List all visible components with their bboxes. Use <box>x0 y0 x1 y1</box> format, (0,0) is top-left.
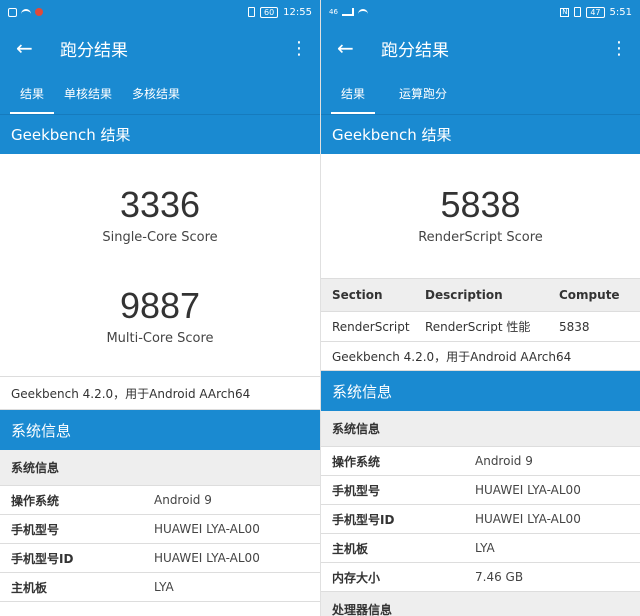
more-vert-icon[interactable]: ⋮ <box>288 38 308 59</box>
system-info-header: 系统信息 <box>321 371 640 411</box>
row-value: 7.46 GB <box>475 570 524 584</box>
single-core-score-box: 3336 Single-Core Score <box>0 154 320 245</box>
version-line: Geekbench 4.2.0，用于Android AArch64 <box>321 342 640 371</box>
tab-results[interactable]: 结果 <box>331 72 376 114</box>
cell-compute: 5838 <box>559 319 590 334</box>
status-bar: 60 12:55 <box>0 0 320 24</box>
page-title: 跑分结果 <box>381 40 449 61</box>
back-arrow-icon[interactable]: ← <box>16 36 46 60</box>
nfc-icon: N <box>560 7 570 17</box>
system-info-header: 系统信息 <box>0 410 320 450</box>
row-value: Android 9 <box>475 454 533 468</box>
row-key: 手机型号 <box>11 522 60 537</box>
tab-compute[interactable]: 运算跑分 <box>389 72 457 114</box>
list-item: 主机板 LYA <box>321 534 640 563</box>
system-info-subheader: 系统信息 <box>321 411 640 447</box>
tab-results[interactable]: 结果 <box>10 72 55 114</box>
single-core-score: 3336 <box>119 184 201 225</box>
tab-bar: 结果 运算跑分 <box>321 72 640 114</box>
table-header: Section Description Compute <box>321 278 640 312</box>
app-bar: ← 跑分结果 ⋮ <box>0 24 320 72</box>
row-key: 主机板 <box>11 580 48 595</box>
row-value: LYA <box>154 580 174 594</box>
left-screen: 60 12:55 ← 跑分结果 ⋮ 结果 单核结果 多核结果 Geekbench… <box>0 0 320 616</box>
row-key: 内存大小 <box>332 570 381 585</box>
table-row: RenderScript RenderScript 性能 5838 <box>321 312 640 342</box>
signal-type: 46 <box>329 8 338 16</box>
vibrate-icon <box>574 7 582 17</box>
row-key: 手机型号 <box>332 483 381 498</box>
sim-icon <box>8 7 17 17</box>
more-vert-icon[interactable]: ⋮ <box>608 38 628 59</box>
row-key: 手机型号ID <box>332 512 395 527</box>
screens-container: 60 12:55 ← 跑分结果 ⋮ 结果 单核结果 多核结果 Geekbench… <box>0 0 640 616</box>
col-section: Section <box>332 288 383 302</box>
notification-icon <box>35 8 43 16</box>
status-time: 5:51 <box>609 6 632 18</box>
section-header: Geekbench 结果 <box>321 114 640 154</box>
list-item: 手机型号ID HUAWEI LYA-AL00 <box>0 544 320 573</box>
multi-core-score-box: 9887 Multi-Core Score <box>0 245 320 376</box>
col-description: Description <box>425 288 503 302</box>
section-header: Geekbench 结果 <box>0 114 320 154</box>
row-key: 操作系统 <box>332 454 381 469</box>
battery-icon: 47 <box>586 6 605 18</box>
tab-multi-core[interactable]: 多核结果 <box>122 72 190 114</box>
col-compute: Compute <box>559 288 620 302</box>
row-key: 主机板 <box>332 541 369 556</box>
system-info-subheader: 系统信息 <box>0 450 320 486</box>
list-item: 手机型号 HUAWEI LYA-AL00 <box>0 515 320 544</box>
row-key: 手机型号ID <box>11 551 74 566</box>
row-value: LYA <box>475 541 495 555</box>
renderscript-label: RenderScript Score <box>418 230 543 245</box>
row-value: Android 9 <box>154 493 212 507</box>
multi-core-label: Multi-Core Score <box>106 331 214 346</box>
row-value: HUAWEI LYA-AL00 <box>475 512 581 526</box>
app-bar: ← 跑分结果 ⋮ <box>321 24 640 72</box>
single-core-label: Single-Core Score <box>102 230 218 245</box>
list-item: 操作系统 Android 9 <box>321 447 640 476</box>
version-line: Geekbench 4.2.0，用于Android AArch64 <box>0 376 320 410</box>
right-screen: 46 N 47 5:51 ← 跑分结果 ⋮ 结果 运算跑分 Geekbench … <box>320 0 640 616</box>
cell-description: RenderScript 性能 <box>425 320 531 334</box>
processor-info-subheader: 处理器信息 <box>321 592 640 616</box>
wifi-icon <box>357 8 368 16</box>
battery-icon: 60 <box>259 6 279 18</box>
tab-single-core[interactable]: 单核结果 <box>54 72 122 114</box>
row-value: HUAWEI LYA-AL00 <box>154 551 260 565</box>
renderscript-score-box: 5838 RenderScript Score <box>321 154 640 278</box>
list-item: 内存大小 7.46 GB <box>321 563 640 592</box>
status-bar: 46 N 47 5:51 <box>321 0 640 24</box>
cell-section: RenderScript <box>332 319 410 334</box>
vibrate-icon <box>247 7 255 17</box>
back-arrow-icon[interactable]: ← <box>337 36 367 60</box>
list-item: 手机型号ID HUAWEI LYA-AL00 <box>321 505 640 534</box>
tab-bar: 结果 单核结果 多核结果 <box>0 72 320 114</box>
multi-core-score: 9887 <box>119 285 201 326</box>
status-time: 12:55 <box>283 6 312 18</box>
list-item: 手机型号 HUAWEI LYA-AL00 <box>321 476 640 505</box>
wifi-icon <box>21 8 31 16</box>
page-title: 跑分结果 <box>60 40 128 61</box>
signal-icon <box>341 8 354 16</box>
list-item: 主机板 LYA <box>0 573 320 602</box>
row-value: HUAWEI LYA-AL00 <box>475 483 581 497</box>
row-value: HUAWEI LYA-AL00 <box>154 522 260 536</box>
renderscript-score: 5838 <box>440 184 521 225</box>
row-key: 操作系统 <box>11 493 60 508</box>
list-item: 操作系统 Android 9 <box>0 486 320 515</box>
